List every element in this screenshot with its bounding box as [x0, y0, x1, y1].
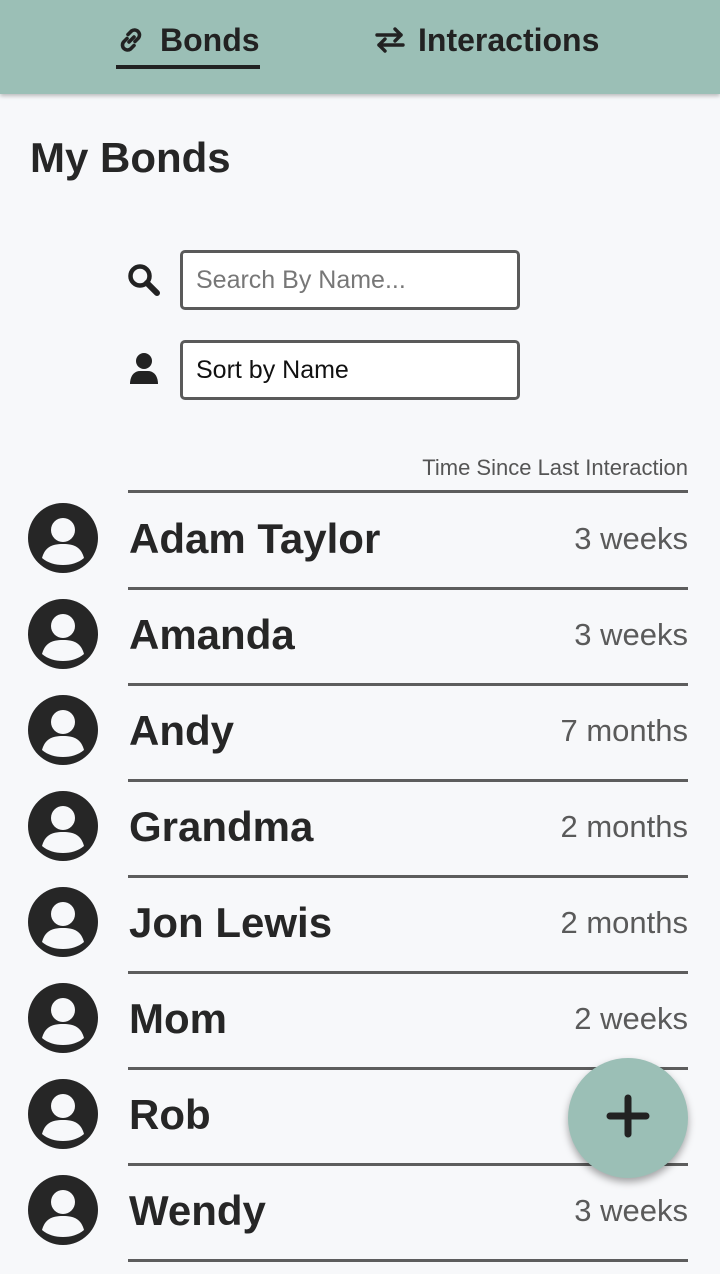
avatar-icon [28, 983, 98, 1053]
avatar-icon [28, 791, 98, 861]
list-item[interactable]: Mom 2 weeks [0, 973, 720, 1070]
time-since-last-interaction: 2 weeks [574, 1001, 688, 1036]
list-item[interactable]: Wendy 3 weeks [0, 1165, 720, 1262]
time-since-last-interaction: 7 months [560, 713, 688, 748]
avatar-icon [28, 1175, 98, 1245]
bond-name: Grandma [129, 803, 314, 850]
avatar-icon [28, 695, 98, 765]
time-since-last-interaction: 3 weeks [574, 521, 688, 556]
time-since-last-interaction: 2 months [560, 905, 688, 940]
time-since-last-interaction: 2 months [560, 809, 688, 844]
bond-name: Wendy [129, 1187, 266, 1234]
link-icon [116, 20, 148, 60]
sort-select[interactable]: Sort by Name [180, 340, 520, 400]
list-item[interactable]: Jon Lewis 2 months [0, 877, 720, 974]
row-divider [128, 1259, 688, 1262]
time-since-last-interaction: 3 weeks [574, 617, 688, 652]
page-title: My Bonds [30, 134, 231, 181]
plus-icon [606, 1094, 650, 1143]
add-bond-button[interactable] [568, 1058, 688, 1178]
avatar-icon [28, 599, 98, 669]
search-icon [126, 262, 162, 303]
tab-interactions[interactable]: Interactions [374, 20, 599, 70]
bond-name: Amanda [129, 611, 295, 658]
tab-bonds-label: Bonds [160, 22, 260, 58]
bond-name: Mom [129, 995, 227, 1042]
tab-interactions-label: Interactions [418, 22, 600, 58]
top-nav-bar: Bonds Interactions [0, 0, 720, 94]
tab-bonds[interactable]: Bonds [116, 20, 260, 70]
list-item[interactable]: Adam Taylor 3 weeks [0, 493, 720, 590]
person-icon [128, 352, 160, 391]
swap-arrows-icon [374, 20, 406, 60]
avatar-icon [28, 1079, 98, 1149]
list-item[interactable]: Amanda 3 weeks [0, 589, 720, 686]
search-input[interactable] [180, 250, 520, 310]
list-item[interactable]: Andy 7 months [0, 685, 720, 782]
sort-select-value: Sort by Name [196, 355, 349, 384]
avatar-icon [28, 503, 98, 573]
time-since-last-interaction: 3 weeks [574, 1193, 688, 1228]
bond-name: Rob [129, 1091, 211, 1138]
column-header-time-since: Time Since Last Interaction [422, 455, 688, 480]
bond-name: Jon Lewis [129, 899, 333, 946]
bond-name: Andy [129, 707, 234, 754]
bond-name: Adam Taylor [129, 515, 381, 562]
list-item[interactable]: Grandma 2 months [0, 781, 720, 878]
avatar-icon [28, 887, 98, 957]
